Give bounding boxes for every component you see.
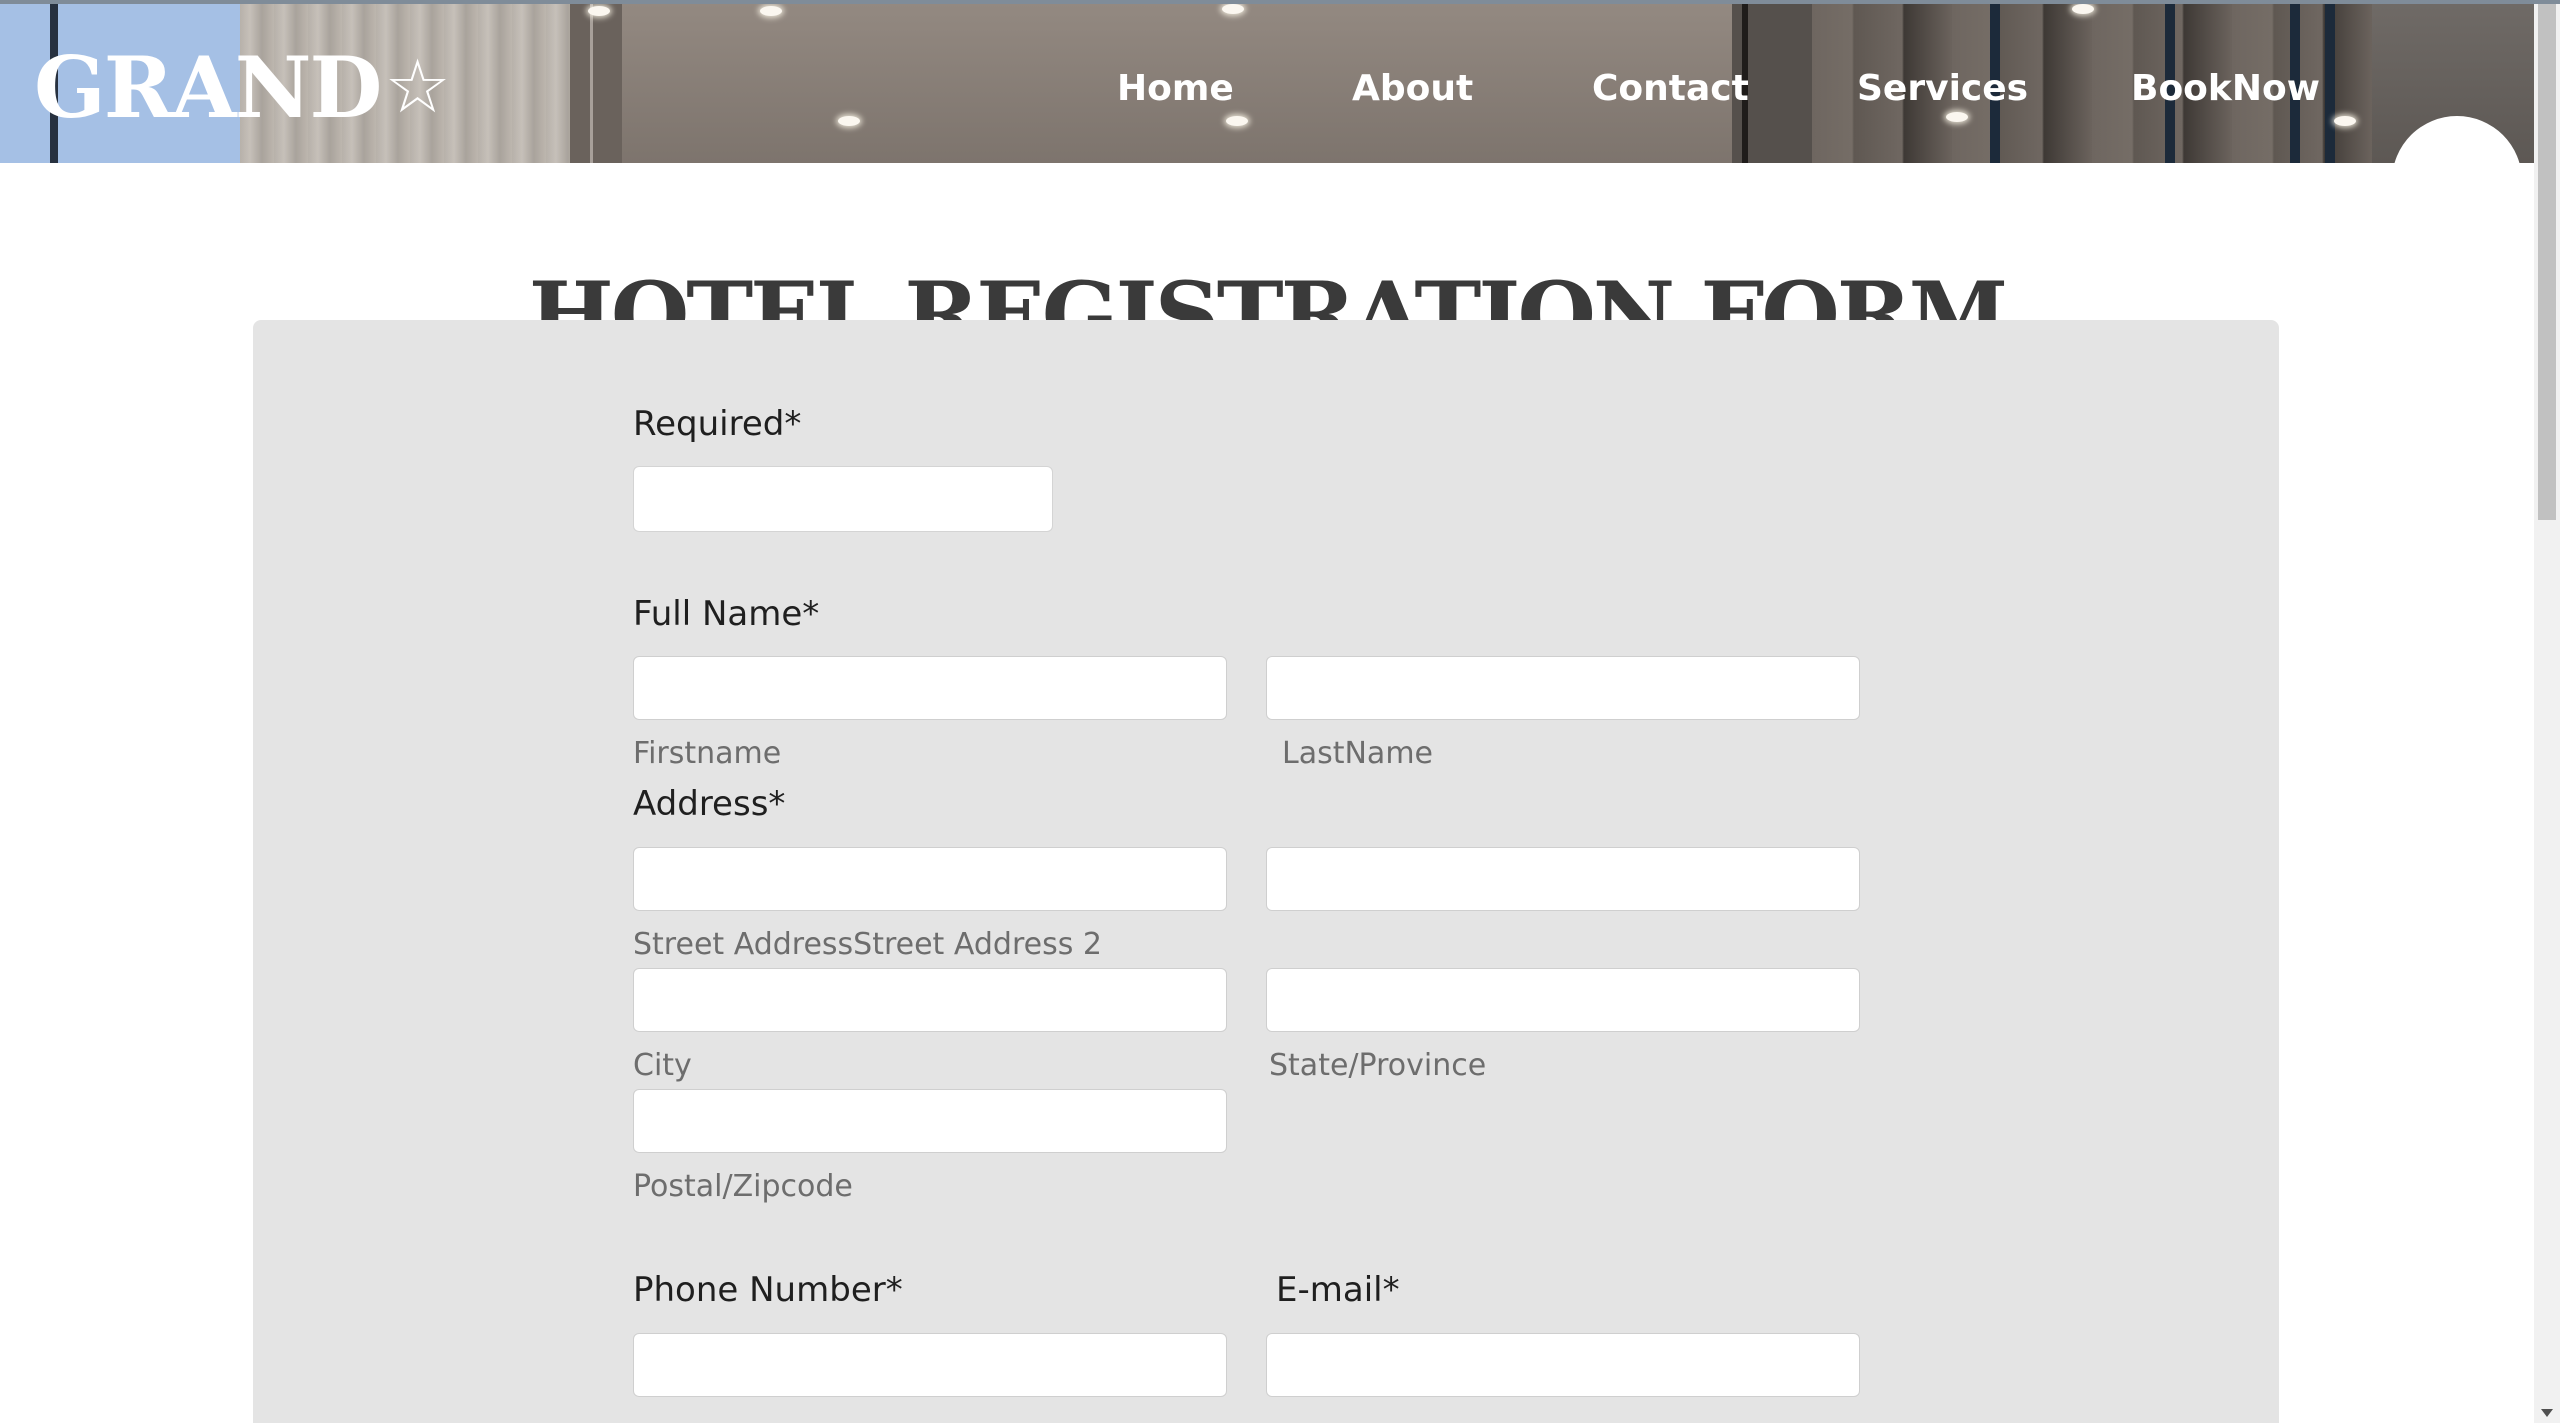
email-label: E-mail* — [1276, 1270, 1400, 1310]
full-name-label: Full Name* — [633, 594, 820, 634]
firstname-input[interactable] — [633, 656, 1227, 720]
street-address-input[interactable] — [633, 847, 1227, 911]
scroll-down-arrow-icon[interactable] — [2541, 1409, 2553, 1417]
nav-link-contact[interactable]: Contact — [1592, 64, 1749, 114]
scrollbar-thumb[interactable] — [2538, 4, 2556, 520]
postal-zipcode-input[interactable] — [633, 1089, 1227, 1153]
required-select[interactable] — [633, 466, 1053, 532]
state-province-caption: State/Province — [1269, 1048, 1487, 1083]
address-label: Address* — [633, 784, 786, 824]
city-caption: City — [633, 1048, 692, 1083]
state-province-input[interactable] — [1266, 968, 1860, 1032]
street-address-caption: Street AddressStreet Address 2 — [633, 927, 1102, 962]
nav-link-home[interactable]: Home — [1117, 64, 1234, 114]
header-banner: GRAND ☆ Home About Contact Services BookN… — [0, 4, 2534, 163]
nav-link-services[interactable]: Services — [1857, 64, 2028, 114]
phone-number-input[interactable] — [633, 1333, 1227, 1397]
nav-link-about[interactable]: About — [1352, 64, 1473, 114]
page-scrollbar[interactable] — [2534, 4, 2560, 1423]
firstname-caption: Firstname — [633, 736, 782, 771]
city-input[interactable] — [633, 968, 1227, 1032]
phone-number-label: Phone Number* — [633, 1270, 903, 1310]
nav-link-booknow[interactable]: BookNow — [2131, 64, 2320, 114]
postal-zipcode-caption: Postal/Zipcode — [633, 1169, 853, 1204]
required-label: Required* — [633, 404, 802, 444]
main-nav: Home About Contact Services BookNow — [0, 64, 2534, 114]
lastname-caption: LastName — [1282, 736, 1433, 771]
street-address-2-input[interactable] — [1266, 847, 1860, 911]
email-input[interactable] — [1266, 1333, 1860, 1397]
lastname-input[interactable] — [1266, 656, 1860, 720]
